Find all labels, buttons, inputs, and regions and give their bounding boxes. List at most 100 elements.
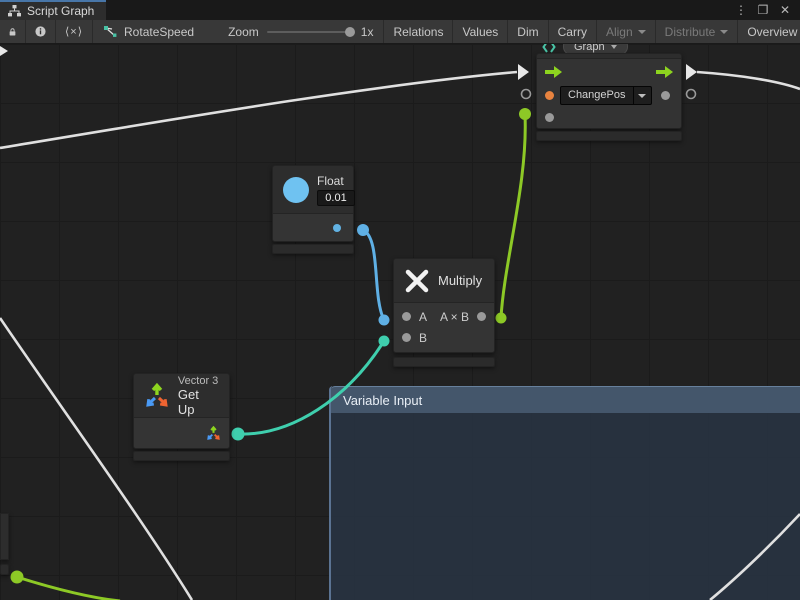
multiply-port-b-label: B — [419, 331, 427, 345]
distribute-label: Distribute — [665, 25, 716, 39]
multiply-port-a[interactable] — [402, 312, 411, 321]
info-icon — [35, 25, 46, 38]
vector3-node-footer — [133, 451, 230, 461]
graph-node-footer — [536, 131, 682, 141]
hollow-port-right[interactable] — [687, 90, 696, 99]
multiply-node[interactable]: Multiply A A × B B — [393, 258, 495, 353]
close-icon[interactable]: ✕ — [776, 3, 794, 17]
zoom-label: Zoom — [228, 25, 259, 39]
distribute-dropdown[interactable]: Distribute — [656, 20, 739, 43]
float-node-title: Float — [317, 174, 344, 188]
variable-port-orange[interactable] — [545, 91, 554, 100]
zoom-value: 1x — [361, 25, 374, 39]
float-value-input[interactable]: 0.01 — [317, 190, 355, 206]
align-dropdown[interactable]: Align — [597, 20, 656, 43]
tab-script-graph[interactable]: Script Graph — [0, 0, 106, 20]
control-output-arrow-icon[interactable] — [656, 66, 673, 78]
multiply-port-a-label: A — [419, 310, 427, 324]
graph-dropdown-label: Graph — [574, 44, 605, 53]
lock-icon — [9, 26, 16, 38]
variable-select-value: ChangePos — [561, 87, 633, 104]
wire-white-out — [697, 72, 800, 89]
wire-green-multiply-to-graph — [501, 115, 525, 318]
relations-label: Relations — [393, 25, 443, 39]
overview-button[interactable]: Overview — [738, 20, 800, 43]
lock-button[interactable] — [0, 20, 26, 43]
info-button[interactable] — [26, 20, 56, 43]
multiply-node-title: Multiply — [438, 273, 482, 288]
dim-label: Dim — [517, 25, 538, 39]
group-body — [331, 413, 800, 600]
control-input-arrow-icon[interactable] — [545, 66, 562, 78]
offscreen-node-partial[interactable] — [0, 513, 9, 560]
variable-input-group[interactable]: Variable Input — [329, 386, 800, 600]
endpoint-blue-multiply-a[interactable] — [379, 315, 390, 326]
chevron-down-icon — [638, 94, 646, 98]
breadcrumb-label: RotateSpeed — [124, 25, 194, 39]
multiply-port-b[interactable] — [402, 333, 411, 342]
endpoint-green-multiply-out[interactable] — [496, 313, 507, 324]
hollow-port-left[interactable] — [522, 90, 531, 99]
value-output-port[interactable] — [661, 91, 670, 100]
endpoint-green-bottom[interactable] — [11, 571, 24, 584]
chevron-down-icon — [638, 30, 646, 34]
group-title: Variable Input — [343, 393, 422, 408]
multiply-node-footer — [393, 357, 495, 367]
multiply-icon — [404, 268, 430, 294]
wire-blue-float-to-multiply — [363, 230, 384, 320]
multiply-port-out[interactable] — [477, 312, 486, 321]
overview-label: Overview — [747, 25, 797, 39]
wire-green-bottom-left — [17, 577, 120, 600]
graph-breadcrumb-icon — [103, 25, 118, 38]
control-port-triangle-edge — [0, 46, 8, 56]
endpoint-teal-multiply-b[interactable] — [379, 336, 390, 347]
variable-select-button[interactable] — [633, 87, 651, 104]
float-icon — [283, 177, 309, 203]
graph-canvas[interactable]: Variable Input — [0, 44, 800, 600]
endpoint-blue-float[interactable] — [357, 224, 369, 236]
endpoint-green-graph[interactable] — [519, 108, 531, 120]
multiply-port-out-label: A × B — [440, 310, 469, 324]
graph-breadcrumb[interactable]: RotateSpeed — [93, 20, 204, 43]
chevron-down-icon — [611, 45, 617, 49]
float-node[interactable]: Float 0.01 — [272, 165, 354, 242]
vector3-node[interactable]: Vector 3 Get Up — [133, 373, 230, 449]
values-label: Values — [462, 25, 498, 39]
zoom-slider-handle[interactable] — [345, 27, 355, 37]
relations-toggle[interactable]: Relations — [384, 20, 453, 43]
script-graph-icon — [8, 5, 21, 17]
maximize-icon[interactable]: ❐ — [754, 3, 772, 17]
float-node-footer — [272, 244, 354, 254]
value-input-port[interactable] — [545, 113, 554, 122]
zoom-control: Zoom 1x — [218, 20, 384, 43]
control-port-triangle-in[interactable] — [518, 64, 529, 80]
variable-select[interactable]: ChangePos — [560, 86, 652, 105]
window-menu-icon[interactable]: ⋮ — [732, 3, 750, 17]
code-preview-button[interactable]: ⟨×⟩ — [56, 20, 93, 43]
offscreen-node-footer — [0, 564, 9, 575]
graph-unit-icon — [542, 44, 556, 53]
vector3-output-port-icon[interactable] — [206, 426, 221, 441]
endpoint-teal-vector[interactable] — [232, 428, 245, 441]
dim-toggle[interactable]: Dim — [508, 20, 548, 43]
zoom-slider[interactable] — [267, 31, 353, 33]
tab-bar: Script Graph ⋮ ❐ ✕ — [0, 0, 800, 20]
code-angle-icon: ⟨×⟩ — [65, 25, 83, 38]
carry-label: Carry — [558, 25, 587, 39]
carry-toggle[interactable]: Carry — [549, 20, 597, 43]
script-graph-window: Script Graph ⋮ ❐ ✕ ⟨×⟩ — [0, 0, 800, 600]
float-output-port[interactable] — [333, 224, 341, 232]
values-toggle[interactable]: Values — [453, 20, 508, 43]
graph-unit-node[interactable]: ChangePos — [536, 53, 682, 129]
control-port-triangle-out[interactable] — [686, 64, 697, 80]
align-label: Align — [606, 25, 633, 39]
vector3-node-type: Vector 3 — [178, 375, 218, 387]
chevron-down-icon — [720, 30, 728, 34]
wire-white-in — [0, 72, 517, 148]
tab-title: Script Graph — [27, 4, 94, 18]
window-controls: ⋮ ❐ ✕ — [732, 0, 800, 20]
group-header[interactable]: Variable Input — [331, 386, 800, 413]
vector3-node-title: Get Up — [178, 387, 219, 417]
graph-toolbar: ⟨×⟩ RotateSpeed Zoom 1x Relations Values… — [0, 20, 800, 44]
vector3-icon — [144, 383, 170, 409]
